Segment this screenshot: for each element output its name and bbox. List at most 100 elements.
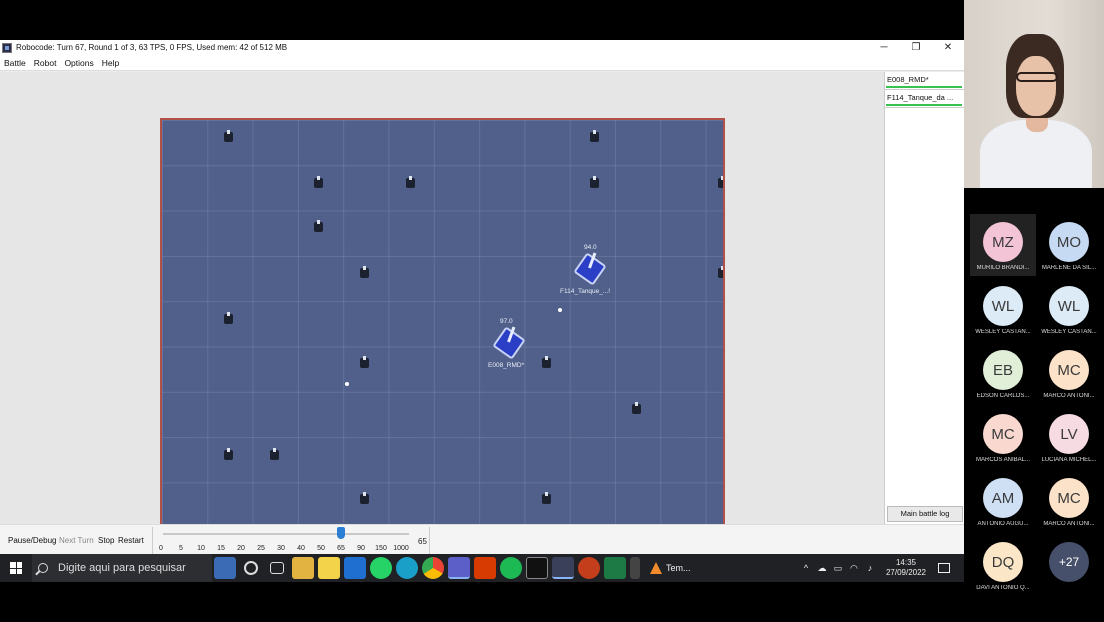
ground-mark (590, 130, 599, 142)
participant-tile[interactable]: WL WESLEY CASTAN... (1036, 278, 1102, 340)
slider-track (163, 533, 409, 535)
slider-tick-label: 5 (179, 545, 183, 552)
task-view-icon[interactable] (270, 562, 284, 574)
clock-time: 14:35 (895, 558, 916, 567)
slider-tick-label: 20 (237, 545, 245, 552)
close-button[interactable]: ✕ (932, 42, 964, 53)
participant-tile[interactable]: WL WESLEY CASTAN... (970, 278, 1036, 340)
robot-name-label: E008_RMD* (488, 362, 525, 369)
store-icon[interactable] (318, 557, 340, 579)
windows-start-icon[interactable] (0, 554, 32, 582)
robot-energy-label: 94.0 (584, 244, 597, 251)
ground-mark (542, 492, 551, 504)
cortana-icon[interactable] (244, 561, 258, 575)
battlefield[interactable]: 97.0 E008_RMD* 94.0 F114_Tanque_...! (160, 118, 725, 544)
speaker-video (964, 0, 1104, 188)
robot-energy-label: 97.0 (500, 318, 513, 325)
ground-mark (314, 176, 323, 188)
participant-name: MARCOS ANIBAL... (975, 457, 1030, 463)
widgets-icon[interactable] (214, 557, 236, 579)
scroll-arrows-icon[interactable] (630, 557, 640, 579)
ground-mark (718, 266, 723, 278)
restart-button[interactable]: Restart (118, 536, 144, 545)
tps-slider[interactable]: 0 5 10 15 20 25 30 40 50 65 90 150 1000 (152, 527, 430, 555)
taskbar-search[interactable]: Digite aqui para pesquisar (32, 554, 212, 582)
clock[interactable]: 14:35 27/09/2022 (886, 558, 926, 578)
participant-name: WESLEY CASTAN... (975, 329, 1031, 335)
next-turn-button[interactable]: Next Turn (59, 536, 94, 545)
slider-tick-label: 1000 (393, 545, 409, 552)
participant-tile[interactable]: MC MARCOS ANIBAL... (970, 406, 1036, 468)
robot-button-f114[interactable]: F114_Tanque_da ... (885, 90, 964, 108)
office-icon[interactable] (474, 557, 496, 579)
participant-tile[interactable]: +27 (1036, 534, 1102, 596)
maximize-button[interactable]: ❐ (900, 42, 932, 53)
minimize-button[interactable]: ─ (868, 42, 900, 53)
stop-button[interactable]: Stop (98, 536, 114, 545)
menu-options[interactable]: Options (60, 58, 97, 68)
avatar: WL (983, 286, 1023, 326)
avatar: MC (983, 414, 1023, 454)
excel-icon[interactable] (604, 557, 626, 579)
ground-mark (224, 448, 233, 460)
wifi-icon[interactable]: ◠ (848, 563, 860, 574)
terminal-icon[interactable] (526, 557, 548, 579)
bullet (558, 308, 562, 312)
participant-tile[interactable]: MO MARLENE DA SIL... (1036, 214, 1102, 276)
spotify-icon[interactable] (500, 557, 522, 579)
notification-icon[interactable] (938, 563, 950, 573)
menu-help[interactable]: Help (98, 58, 123, 68)
participant-name: ANTONIO AUGU... (977, 521, 1029, 527)
participant-tile[interactable]: MZ MURILO BRANDI... (970, 214, 1036, 276)
ground-mark (224, 130, 233, 142)
robot-tank-e008[interactable] (492, 326, 526, 360)
chrome-icon[interactable] (422, 557, 444, 579)
participant-tile[interactable]: DQ DAVI ANTONIO Q... (970, 534, 1036, 596)
ground-mark (270, 448, 279, 460)
battery-icon[interactable]: ▭ (832, 563, 844, 574)
weather-icon (650, 562, 662, 574)
menu-robot[interactable]: Robot (30, 58, 61, 68)
participant-tile[interactable]: LV LUCIANA MICHEL... (1036, 406, 1102, 468)
menu-bar: Battle Robot Options Help (0, 55, 964, 71)
mail-icon[interactable] (344, 557, 366, 579)
arena-background: 97.0 E008_RMD* 94.0 F114_Tanque_...! (0, 72, 884, 544)
avatar: DQ (983, 542, 1023, 582)
powerpoint-icon[interactable] (578, 557, 600, 579)
participant-name: WESLEY CASTAN... (1041, 329, 1097, 335)
ground-mark (360, 266, 369, 278)
robocode-taskbar-icon[interactable] (552, 557, 574, 579)
search-placeholder: Digite aqui para pesquisar (58, 562, 186, 574)
participant-name: EDSON CARLOS... (976, 393, 1030, 399)
file-explorer-icon[interactable] (292, 557, 314, 579)
avatar: AM (983, 478, 1023, 518)
whatsapp-icon[interactable] (370, 557, 392, 579)
robot-button-e008[interactable]: E008_RMD* (885, 72, 964, 90)
slider-thumb[interactable] (337, 527, 345, 539)
chevron-up-icon[interactable]: ^ (800, 563, 812, 573)
volume-icon[interactable]: ♪ (864, 563, 876, 573)
energy-bar (886, 86, 962, 88)
onedrive-icon[interactable]: ☁ (816, 563, 828, 574)
participant-tile[interactable]: AM ANTONIO AUGU... (970, 470, 1036, 532)
robot-tank-f114[interactable] (573, 252, 607, 286)
title-bar: Robocode: Turn 67, Round 1 of 3, 63 TPS,… (0, 40, 964, 55)
edge-icon[interactable] (396, 557, 418, 579)
ground-mark (542, 356, 551, 368)
participant-tile[interactable]: MC MARCO ANTONI... (1036, 470, 1102, 532)
pause-debug-button[interactable]: Pause/Debug (8, 536, 56, 545)
weather-widget[interactable]: Tem... (650, 562, 702, 574)
participant-name: DAVI ANTONIO Q... (976, 585, 1030, 591)
ground-mark (360, 492, 369, 504)
ground-mark (224, 312, 233, 324)
main-battle-log-button[interactable]: Main battle log (887, 506, 963, 522)
participant-name: MARLENE DA SIL... (1041, 265, 1097, 271)
menu-battle[interactable]: Battle (0, 58, 30, 68)
energy-bar (886, 104, 962, 106)
slider-tick-label: 25 (257, 545, 265, 552)
participant-tile[interactable]: EB EDSON CARLOS... (970, 342, 1036, 404)
participant-tile[interactable]: MC MARCO ANTONI... (1036, 342, 1102, 404)
slider-tick-label: 40 (297, 545, 305, 552)
slider-tick-label: 30 (277, 545, 285, 552)
teams-icon[interactable] (448, 557, 470, 579)
